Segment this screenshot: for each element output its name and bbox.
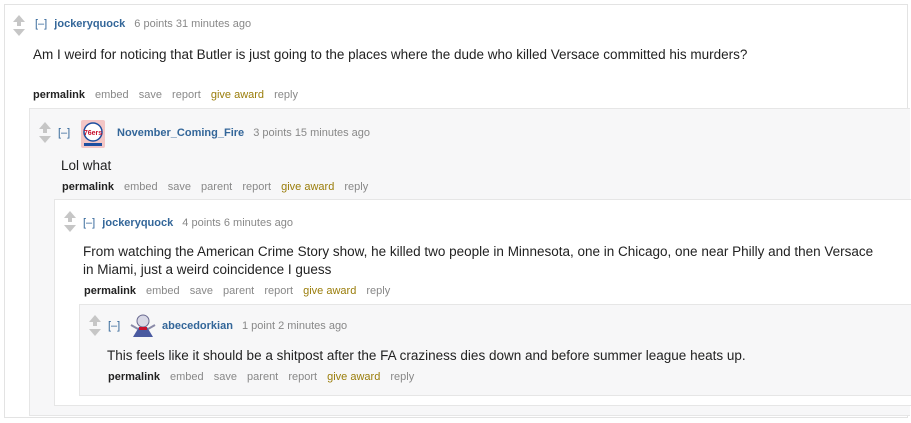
comment-thread: [–] jockeryquock 6 points 31 minutes ago… xyxy=(4,4,911,418)
sixers-flair-icon: 76ers xyxy=(81,120,105,148)
report-button[interactable]: report xyxy=(264,285,293,297)
mascot-flair-icon xyxy=(128,311,158,339)
comment-tagline: [–] xyxy=(108,320,124,332)
save-button[interactable]: save xyxy=(139,89,162,101)
comment-body: From watching the American Crime Story s… xyxy=(83,244,874,277)
downvote-arrow-icon[interactable] xyxy=(13,29,25,36)
vote-arrows xyxy=(12,15,26,36)
upvote-arrow-icon[interactable] xyxy=(39,122,51,129)
upvote-arrow-icon[interactable] xyxy=(13,15,25,22)
comment-actions: permalink embed save parent report give … xyxy=(84,285,397,297)
comment-actions: permalink embed save report give award r… xyxy=(33,89,305,101)
vote-arrows xyxy=(88,315,102,336)
permalink-button[interactable]: permalink xyxy=(62,181,114,193)
child-comment-box: [–] abecedorkian 1 point 2 minutes ago T… xyxy=(79,304,911,396)
comment-points: 4 points xyxy=(182,217,221,229)
comment-tagline: [–] jockeryquock 4 points 6 minutes ago xyxy=(83,217,293,229)
downvote-arrow-icon[interactable] xyxy=(89,329,101,336)
comment-author[interactable]: jockeryquock xyxy=(54,18,125,30)
downvote-arrow-icon[interactable] xyxy=(64,225,76,232)
comment-time: 2 minutes ago xyxy=(278,320,348,332)
report-button[interactable]: report xyxy=(288,371,317,383)
permalink-button[interactable]: permalink xyxy=(84,285,136,297)
comment-body: Am I weird for noticing that Butler is j… xyxy=(33,47,748,62)
comment-time: 31 minutes ago xyxy=(175,18,252,30)
parent-button[interactable]: parent xyxy=(247,371,278,383)
upvote-stem xyxy=(17,22,21,26)
reply-button[interactable]: reply xyxy=(274,89,298,101)
report-button[interactable]: report xyxy=(172,89,201,101)
comment-points: 1 point xyxy=(241,320,276,332)
comment-author[interactable]: jockeryquock xyxy=(102,217,173,229)
reply-button[interactable]: reply xyxy=(366,285,390,297)
comment-author[interactable]: abecedorkian xyxy=(162,320,233,332)
give-award-button[interactable]: give award xyxy=(327,371,380,383)
vote-arrows xyxy=(63,211,77,232)
comment-tagline: [–] xyxy=(58,127,74,139)
flair-text: 76ers xyxy=(84,130,102,137)
downvote-arrow-icon[interactable] xyxy=(39,136,51,143)
give-award-button[interactable]: give award xyxy=(211,89,264,101)
comment-tagline-meta: abecedorkian 1 point 2 minutes ago xyxy=(162,320,347,332)
comment-time: 6 minutes ago xyxy=(223,217,293,229)
save-button[interactable]: save xyxy=(214,371,237,383)
comment-actions: permalink embed save parent report give … xyxy=(62,181,375,193)
comment-body: This feels like it should be a shitpost … xyxy=(107,348,746,363)
comment-author[interactable]: November_Coming_Fire xyxy=(117,127,244,139)
save-button[interactable]: save xyxy=(190,285,213,297)
vote-arrows xyxy=(38,122,52,143)
embed-button[interactable]: embed xyxy=(170,371,204,383)
collapse-toggle[interactable]: [–] xyxy=(108,320,120,332)
embed-button[interactable]: embed xyxy=(124,181,158,193)
collapse-toggle[interactable]: [–] xyxy=(83,217,95,229)
reply-button[interactable]: reply xyxy=(390,371,414,383)
child-comment-box: [–] 76ers November_Coming_Fire 3 points … xyxy=(29,108,911,416)
comment-time: 15 minutes ago xyxy=(294,127,371,139)
comment-body: Lol what xyxy=(61,158,112,173)
save-button[interactable]: save xyxy=(168,181,191,193)
embed-button[interactable]: embed xyxy=(146,285,180,297)
child-comment-box: [–] jockeryquock 4 points 6 minutes ago … xyxy=(54,199,911,406)
comment-actions: permalink embed save parent report give … xyxy=(108,371,421,383)
permalink-button[interactable]: permalink xyxy=(108,371,160,383)
upvote-arrow-icon[interactable] xyxy=(89,315,101,322)
reply-button[interactable]: reply xyxy=(344,181,368,193)
parent-button[interactable]: parent xyxy=(223,285,254,297)
collapse-toggle[interactable]: [–] xyxy=(58,127,70,139)
give-award-button[interactable]: give award xyxy=(281,181,334,193)
permalink-button[interactable]: permalink xyxy=(33,89,85,101)
comment-points: 3 points xyxy=(253,127,292,139)
report-button[interactable]: report xyxy=(242,181,271,193)
parent-button[interactable]: parent xyxy=(201,181,232,193)
collapse-toggle[interactable]: [–] xyxy=(35,18,47,30)
comment-tagline: [–] jockeryquock 6 points 31 minutes ago xyxy=(35,18,251,30)
upvote-stem xyxy=(68,218,72,222)
comment-tagline-meta: November_Coming_Fire 3 points 15 minutes… xyxy=(117,127,370,139)
embed-button[interactable]: embed xyxy=(95,89,129,101)
comment-points: 6 points xyxy=(134,18,173,30)
give-award-button[interactable]: give award xyxy=(303,285,356,297)
upvote-arrow-icon[interactable] xyxy=(64,211,76,218)
upvote-stem xyxy=(43,129,47,133)
upvote-stem xyxy=(93,322,97,326)
